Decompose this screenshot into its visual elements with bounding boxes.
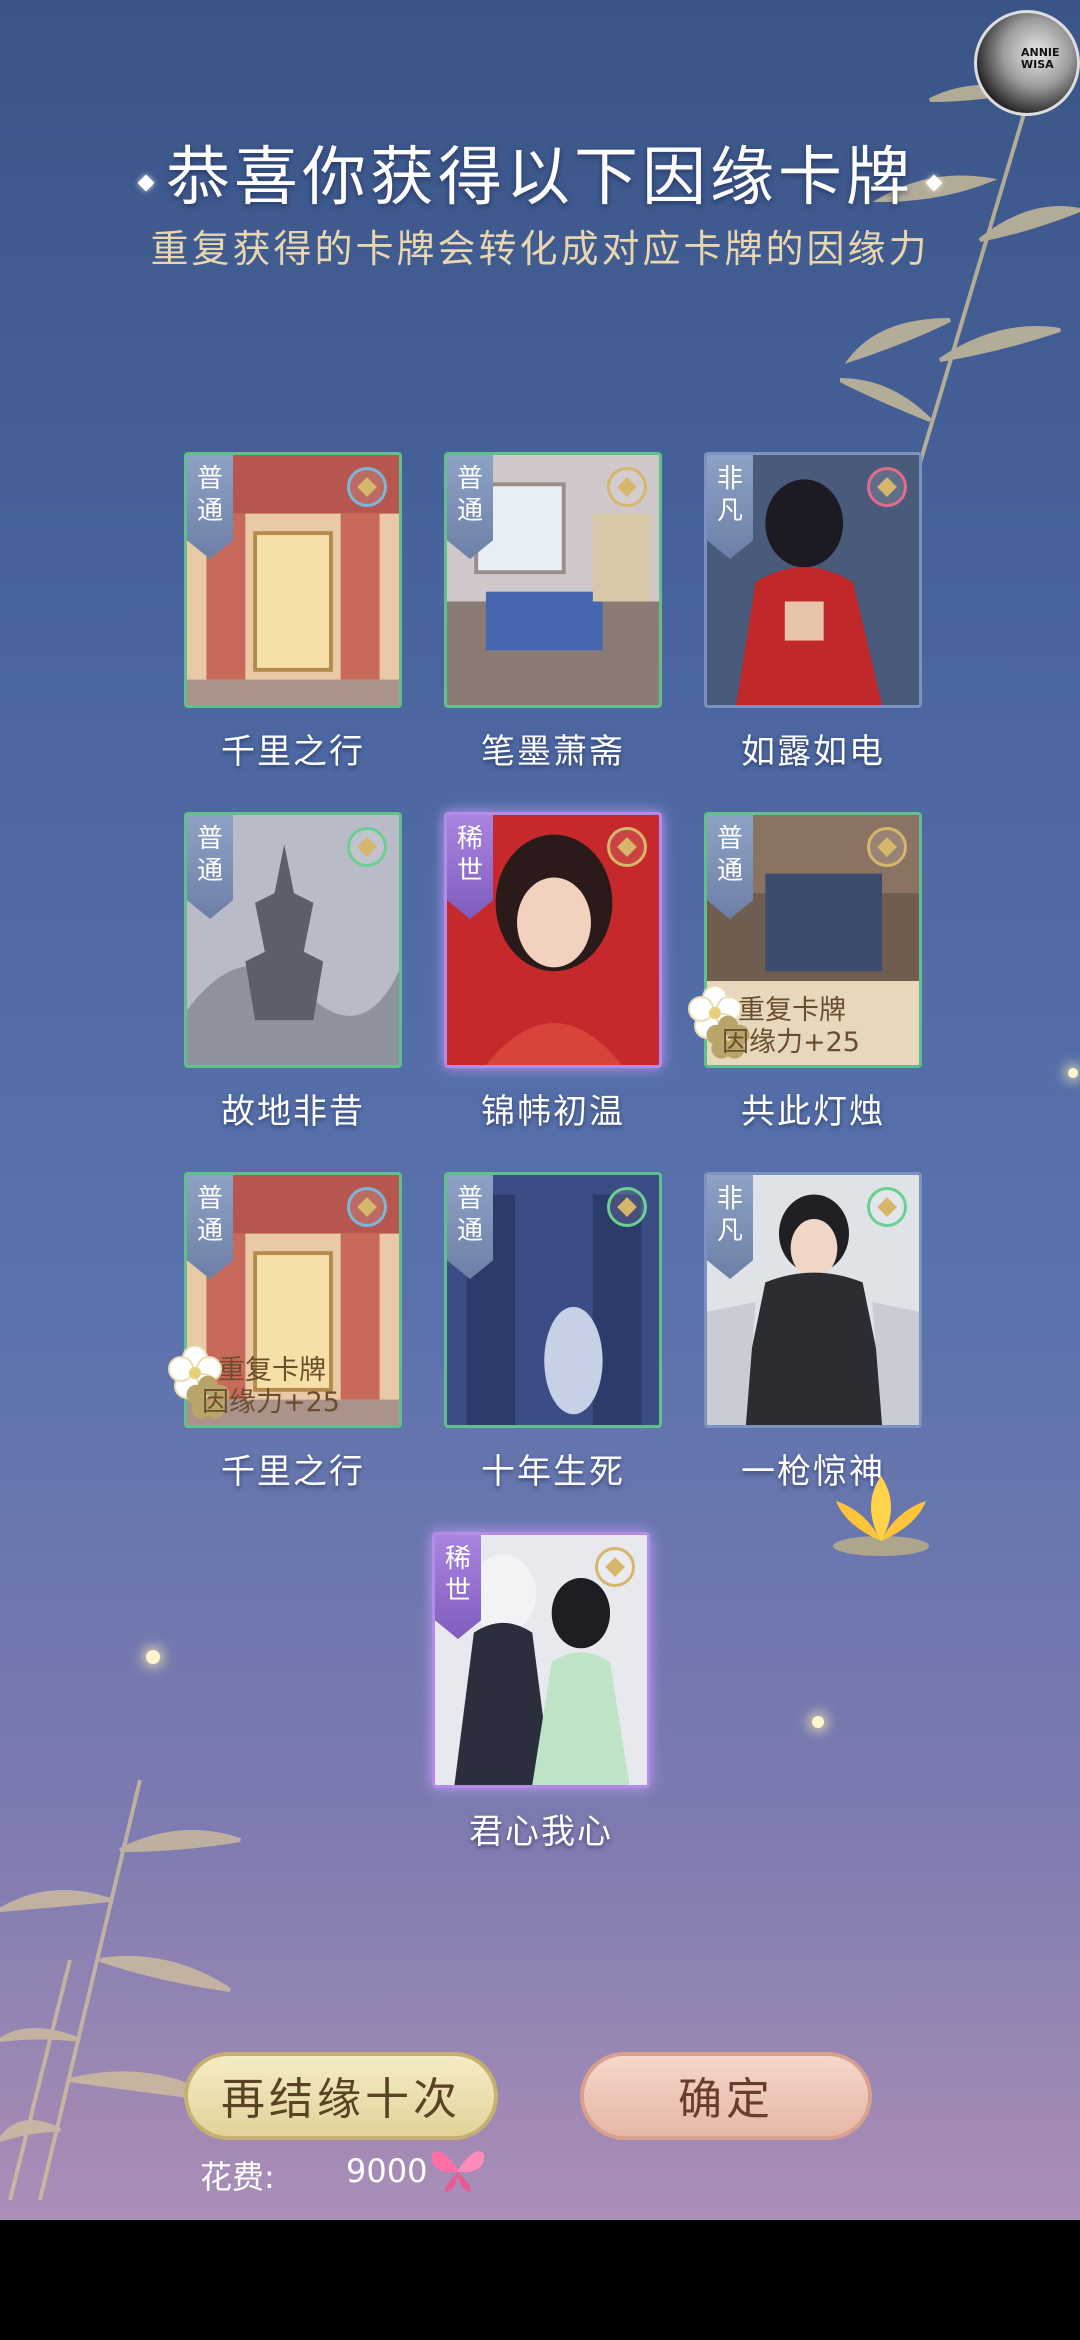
gold-coin-icon bbox=[607, 467, 647, 507]
card-7[interactable]: 普通 十年生死 bbox=[444, 1172, 662, 1492]
cost-value: 9000 bbox=[346, 2152, 428, 2190]
rarity-tag: 普通 bbox=[447, 1175, 493, 1279]
card-frame: 普通 bbox=[444, 1172, 662, 1428]
rarity-tag: 稀世 bbox=[435, 1535, 481, 1639]
card-name: 笔墨萧斋 bbox=[481, 732, 625, 772]
bond-power-text: 因缘力+25 bbox=[202, 1387, 340, 1418]
sparkle-decoration bbox=[146, 1650, 160, 1664]
card-name: 锦帏初温 bbox=[481, 1092, 625, 1132]
card-8[interactable]: 非凡 一枪惊神 bbox=[704, 1172, 922, 1492]
card-9[interactable]: 稀世 君心我心 bbox=[432, 1532, 650, 1852]
card-frame: 普通 bbox=[444, 452, 662, 708]
card-5[interactable]: 普通 重复卡牌 因缘力+25 共此灯烛 bbox=[688, 812, 922, 1132]
bond-power-text: 因缘力+25 bbox=[722, 1027, 860, 1058]
card-frame: 稀世 bbox=[444, 812, 662, 1068]
rarity-tag: 普通 bbox=[707, 815, 753, 919]
card-name: 共此灯烛 bbox=[741, 1092, 885, 1132]
card-2[interactable]: 非凡 如露如电 bbox=[704, 452, 922, 772]
card-6[interactable]: 普通 重复卡牌 因缘力+25 千里之行 bbox=[168, 1172, 402, 1492]
fan-icon bbox=[347, 1187, 387, 1227]
card-name: 千里之行 bbox=[221, 1452, 365, 1492]
fan-icon bbox=[347, 827, 387, 867]
cost-label: 花费: bbox=[200, 2158, 275, 2196]
page-subtitle: 重复获得的卡牌会转化成对应卡牌的因缘力 bbox=[150, 227, 930, 271]
page-title-text: 恭喜你获得以下因缘卡牌 bbox=[166, 141, 914, 215]
card-4[interactable]: 稀世 锦帏初温 bbox=[444, 812, 662, 1132]
fan-icon bbox=[607, 1187, 647, 1227]
card-name: 千里之行 bbox=[221, 732, 365, 772]
card-name: 君心我心 bbox=[469, 1812, 613, 1852]
duplicate-badge: 重复卡牌 因缘力+25 bbox=[166, 1344, 396, 1419]
duplicate-badge: 重复卡牌 因缘力+25 bbox=[686, 984, 916, 1059]
card-0[interactable]: 普通 千里之行 bbox=[184, 452, 402, 772]
card-frame: 非凡 bbox=[704, 452, 922, 708]
gacha-result-screen: ANNIE WISA 恭喜你获得以下因缘卡牌 重复获得的卡牌会转化成对应卡牌的因… bbox=[0, 0, 1080, 2340]
diamond-icon bbox=[925, 174, 943, 191]
sparkle-decoration bbox=[1068, 1068, 1078, 1078]
rarity-tag: 非凡 bbox=[707, 1175, 753, 1279]
avatar-text-line2: WISA bbox=[1021, 58, 1054, 71]
card-name: 十年生死 bbox=[481, 1452, 625, 1492]
card-name: 如露如电 bbox=[741, 732, 885, 772]
rarity-tag: 普通 bbox=[447, 455, 493, 559]
system-navigation-bar bbox=[0, 2220, 1080, 2340]
page-title: 恭喜你获得以下因缘卡牌 bbox=[0, 126, 1080, 218]
card-1[interactable]: 普通 笔墨萧斋 bbox=[444, 452, 662, 772]
draw-ten-again-button[interactable]: 再结缘十次 bbox=[184, 2052, 498, 2140]
card-frame: 非凡 bbox=[704, 1172, 922, 1428]
lotus-lantern-icon bbox=[833, 1476, 929, 1556]
card-name: 故地非昔 bbox=[221, 1092, 365, 1132]
rarity-tag: 普通 bbox=[187, 815, 233, 919]
avatar[interactable]: ANNIE WISA bbox=[974, 10, 1080, 116]
rarity-tag: 普通 bbox=[187, 455, 233, 559]
plum-blossom-icon bbox=[867, 467, 907, 507]
fan-icon bbox=[347, 467, 387, 507]
butterfly-icon bbox=[431, 2151, 485, 2192]
card-frame: 普通 bbox=[184, 812, 402, 1068]
card-3[interactable]: 普通 故地非昔 bbox=[184, 812, 402, 1132]
diamond-icon bbox=[137, 174, 155, 191]
sparkle-decoration bbox=[812, 1716, 824, 1728]
card-frame: 普通 bbox=[184, 452, 402, 708]
fan-icon bbox=[867, 1187, 907, 1227]
rarity-tag: 稀世 bbox=[447, 815, 493, 919]
confirm-button[interactable]: 确定 bbox=[580, 2052, 872, 2140]
rarity-tag: 非凡 bbox=[707, 455, 753, 559]
card-frame: 稀世 bbox=[432, 1532, 650, 1788]
avatar-text: ANNIE WISA bbox=[1021, 47, 1060, 71]
gold-coin-icon bbox=[595, 1547, 635, 1587]
gold-coin-icon bbox=[867, 827, 907, 867]
gold-coin-icon bbox=[607, 827, 647, 867]
rarity-tag: 普通 bbox=[187, 1175, 233, 1279]
